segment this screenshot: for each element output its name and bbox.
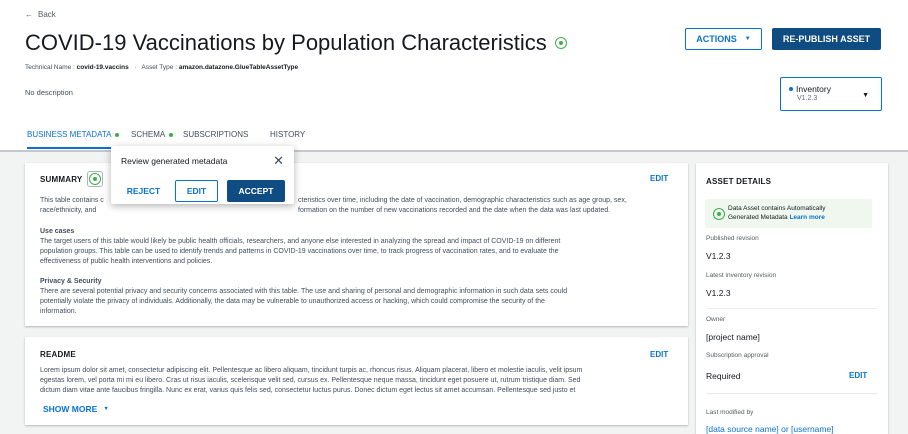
subscription-edit-link[interactable]: EDIT: [849, 371, 867, 380]
page-title-text: COVID-19 Vaccinations by Population Char…: [25, 30, 547, 55]
alert-text-line2: Generated Metadata: [728, 214, 788, 221]
summary-text-line: race/ethnicity, and: [40, 206, 96, 216]
asset-type-label: Asset Type :: [141, 64, 178, 71]
summary-heading: SUMMARY: [40, 175, 83, 184]
published-revision-value: V1.2.3: [706, 251, 731, 261]
summary-text-right: cteristics over time, including the date…: [298, 197, 627, 204]
caret-down-icon: ▼: [744, 36, 751, 42]
technical-name-label: Technical Name :: [25, 64, 75, 71]
summary-text-left: race/ethnicity, and: [40, 207, 97, 214]
asset-meta: Technical Name : covid-19.vaccins · Asse…: [25, 64, 298, 71]
edit-button[interactable]: EDIT: [175, 180, 218, 202]
republish-asset-button[interactable]: RE-PUBLISH ASSET: [772, 28, 881, 50]
status-dot-icon: [169, 132, 174, 137]
back-link[interactable]: ← Back: [25, 10, 56, 19]
technical-name-value: covid-19.vaccins: [76, 64, 129, 71]
accept-button[interactable]: ACCEPT: [227, 180, 285, 202]
revision-select-label: Inventory: [796, 84, 831, 94]
revision-select[interactable]: Inventory V1.2.3 ▼: [780, 77, 882, 111]
privacy-line: information.: [40, 308, 77, 315]
summary-text-line: This table contains c: [40, 196, 104, 206]
tab-label: SCHEMA: [131, 130, 166, 139]
divider: [706, 393, 878, 394]
asset-type-value: amazon.datazone.GlueTableAssetType: [178, 64, 299, 71]
ai-generated-icon: [89, 173, 101, 185]
privacy-title: Privacy & Security: [40, 278, 102, 285]
readme-line: dictum diam vitae ante faucibus fringill…: [40, 387, 576, 394]
caret-down-icon: ▼: [862, 92, 869, 99]
owner-label: Owner: [706, 316, 726, 323]
last-modified-link[interactable]: [data source name] or [username]: [706, 424, 834, 434]
readme-card: README EDIT Lorem ipsum dolor sit amet, …: [25, 337, 688, 425]
summary-edit-link[interactable]: EDIT: [650, 174, 668, 183]
summary-text-line: formation on the number of new vaccinati…: [298, 206, 610, 216]
page-title: COVID-19 Vaccinations by Population Char…: [25, 30, 567, 56]
privacy-line: potentially violate the privacy of indiv…: [40, 298, 545, 305]
tab-history[interactable]: HISTORY: [270, 130, 305, 139]
latest-inventory-label: Latest inventory revision: [706, 272, 777, 279]
readme-line: Lorem ipsum dolor sit amet, consectetur …: [40, 367, 583, 374]
asset-details-panel: ASSET DETAILS Data Asset contains Automa…: [696, 163, 888, 434]
tab-label: HISTORY: [270, 130, 306, 139]
readme-edit-link[interactable]: EDIT: [650, 350, 668, 359]
use-cases-line: effectiveness of public health intervent…: [40, 258, 213, 265]
tab-business-metadata[interactable]: BUSINESS METADATA: [27, 130, 120, 149]
use-cases-line: population groups. This table can be use…: [40, 248, 559, 255]
caret-down-icon: ▼: [103, 406, 109, 412]
divider: [706, 308, 878, 309]
use-cases-title: Use cases: [40, 228, 75, 235]
back-label: Back: [38, 10, 56, 19]
learn-more-link[interactable]: Learn more: [789, 214, 824, 221]
alert-text-line1: Data Asset contains Automatically: [728, 205, 826, 212]
last-modified-label: Last modified by: [706, 409, 754, 416]
subscription-approval-value: Required: [706, 371, 741, 381]
status-dot-icon: [789, 87, 793, 91]
tab-subscriptions[interactable]: SUBSCRIPTIONS: [183, 130, 248, 139]
readme-heading: README: [40, 350, 76, 359]
meta-separator: ·: [130, 64, 140, 71]
asset-description: No description: [25, 88, 73, 97]
popover-title: Review generated metadata: [121, 156, 228, 166]
subscription-approval-label: Subscription approval: [706, 352, 769, 359]
ai-metadata-alert: Data Asset contains Automatically Genera…: [705, 199, 872, 228]
privacy-line: There are several potential privacy and …: [40, 288, 568, 295]
summary-text-right: formation on the number of new vaccinati…: [298, 207, 611, 214]
asset-details-heading: ASSET DETAILS: [706, 177, 772, 186]
show-more-label: SHOW MORE: [43, 404, 98, 414]
summary-text-line: cteristics over time, including the date…: [298, 196, 627, 206]
republish-label: RE-PUBLISH ASSET: [782, 34, 871, 44]
actions-dropdown-button[interactable]: ACTIONS ▼: [685, 28, 762, 50]
ai-generated-icon: [554, 37, 567, 49]
review-metadata-popover: Review generated metadata ✕ REJECT EDIT …: [111, 146, 294, 204]
close-icon[interactable]: ✕: [273, 153, 284, 169]
summary-text-left: This table contains c: [40, 197, 104, 204]
use-cases-line: The target users of this table would lik…: [40, 238, 561, 245]
latest-inventory-value: V1.2.3: [706, 288, 731, 298]
published-revision-label: Published revision: [706, 235, 759, 242]
show-more-button[interactable]: SHOW MORE ▼: [43, 404, 109, 414]
alert-text: Data Asset contains Automatically Genera…: [728, 204, 826, 222]
readme-line: egestas lorem, vel porta mi mi eu libero…: [40, 377, 581, 384]
tab-label: SUBSCRIPTIONS: [183, 130, 249, 139]
tab-label: BUSINESS METADATA: [27, 130, 112, 139]
status-dot-icon: [115, 132, 120, 137]
ai-generated-toggle[interactable]: [87, 171, 103, 187]
owner-value: [project name]: [706, 332, 760, 342]
tab-schema[interactable]: SCHEMA: [131, 130, 174, 139]
actions-label: ACTIONS: [696, 34, 737, 44]
arrow-left-icon: ←: [25, 10, 33, 19]
reject-button[interactable]: REJECT: [121, 180, 166, 202]
ai-generated-icon: [713, 208, 725, 220]
